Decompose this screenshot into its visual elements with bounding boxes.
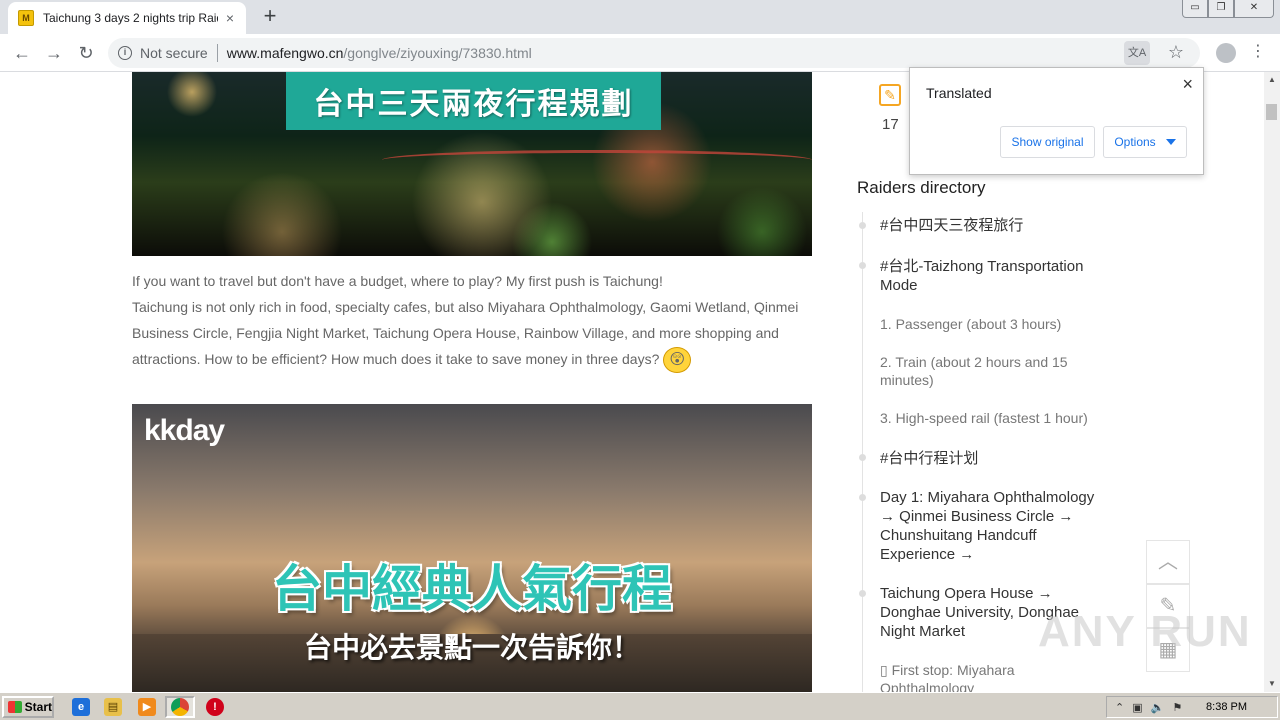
start-label: Start	[24, 700, 52, 714]
directory-dot	[859, 454, 866, 461]
security-label[interactable]: Not secure	[140, 45, 208, 61]
window-minimize-button[interactable]: ▭	[1182, 0, 1208, 18]
taskbar-clock[interactable]: 8:38 PM	[1206, 701, 1247, 713]
intro-line-2: Taichung is not only rich in food, speci…	[132, 294, 814, 374]
window-maximize-button[interactable]: ❐	[1208, 0, 1234, 18]
back-button[interactable]: ←	[10, 41, 34, 65]
shocked-emoji-icon: 😲	[663, 347, 692, 374]
directory-item[interactable]: #台中行程计划	[880, 449, 1110, 468]
back-to-top-button[interactable]: ︿	[1146, 540, 1190, 584]
chrome-icon	[171, 698, 189, 716]
windows-taskbar: Start e ▤ ▶ ! ⌃ ▣ 🔈 ⚑ 8:38 PM	[0, 692, 1280, 720]
directory-title: Raiders directory	[857, 178, 986, 197]
translate-popup: Translated × Show original Options	[909, 67, 1204, 175]
scroll-thumb[interactable]	[1266, 104, 1277, 120]
system-tray: ⌃ ▣ 🔈 ⚑ 8:38 PM	[1106, 696, 1278, 718]
hero-banner-text: 台中三天兩夜行程規劃	[313, 87, 634, 122]
hero-image-night-park: 台中三天兩夜行程規劃	[132, 72, 812, 256]
caret-down-icon	[1165, 139, 1176, 145]
new-tab-button[interactable]: +	[258, 5, 282, 29]
translate-popup-close-icon[interactable]: ×	[1182, 74, 1193, 95]
tab-strip: M Taichung 3 days 2 nights trip Raiders …	[0, 0, 1280, 34]
scroll-up-arrow-icon[interactable]: ▲	[1264, 72, 1280, 88]
edit-count: 17	[882, 116, 899, 133]
translate-popup-title: Translated	[926, 85, 992, 101]
hero2-title: 台中經典人氣行程	[272, 560, 672, 618]
profile-avatar-icon[interactable]	[1216, 43, 1236, 63]
info-icon[interactable]: i	[118, 46, 132, 60]
address-bar[interactable]: i Not secure www.mafengwo.cn/gonglve/ziy…	[108, 38, 1200, 68]
volume-icon[interactable]: 🔈	[1151, 701, 1165, 714]
action-center-flag-icon[interactable]: ⚑	[1172, 701, 1182, 714]
network-icon[interactable]: ▣	[1132, 701, 1142, 714]
directory-timeline	[862, 212, 863, 692]
start-button[interactable]: Start	[2, 696, 54, 718]
hero-banner: 台中三天兩夜行程規劃	[286, 72, 661, 130]
anyrun-watermark: ANY RUN	[1038, 607, 1252, 656]
window-close-button[interactable]: ✕	[1234, 0, 1274, 18]
directory-subitem[interactable]: 3. High-speed rail (fastest 1 hour)	[880, 409, 1110, 427]
bookmark-star-icon[interactable]: ☆	[1168, 42, 1184, 63]
options-dropdown-button[interactable]: Options	[1103, 126, 1187, 158]
page-scrollbar[interactable]: ▲ ▼	[1264, 72, 1280, 692]
intro-line-1: If you want to travel but don't have a b…	[132, 273, 663, 289]
internet-explorer-icon[interactable]: e	[72, 698, 90, 716]
directory-dot	[859, 262, 866, 269]
chrome-menu-icon[interactable]: ⋮	[1250, 42, 1266, 62]
show-original-label: Show original	[1011, 135, 1084, 149]
write-note-icon[interactable]: ✎	[879, 84, 901, 106]
translate-icon[interactable]: 文A	[1124, 41, 1150, 65]
directory-subitem[interactable]: 2. Train (about 2 hours and 15 minutes)	[880, 353, 1110, 389]
windows-logo-icon	[8, 701, 22, 713]
browser-tab[interactable]: M Taichung 3 days 2 nights trip Raiders …	[8, 2, 246, 34]
directory-dot	[859, 494, 866, 501]
directory-subitem[interactable]: 1. Passenger (about 3 hours)	[880, 315, 1110, 333]
directory-item[interactable]: #台北-Taizhong Transportation Mode	[880, 257, 1110, 295]
directory-dot	[859, 590, 866, 597]
tab-close-icon[interactable]: ×	[222, 10, 238, 26]
omnibox-separator	[216, 44, 218, 62]
mafengwo-favicon-icon: M	[18, 10, 34, 26]
kkday-logo: kkday	[144, 414, 225, 447]
opera-icon[interactable]: !	[206, 698, 224, 716]
url-path[interactable]: /gonglve/ziyouxing/73830.html	[343, 45, 531, 61]
directory-dot	[859, 222, 866, 229]
show-original-button[interactable]: Show original	[1000, 126, 1095, 158]
tray-expand-icon[interactable]: ⌃	[1115, 701, 1124, 714]
reload-button[interactable]: ↻	[74, 41, 98, 65]
intro-line-2-text: Taichung is not only rich in food, speci…	[132, 299, 799, 367]
scroll-down-arrow-icon[interactable]: ▼	[1264, 676, 1280, 692]
hero2-subtitle: 台中必去景點一次告訴你！	[303, 631, 640, 664]
hero-image-sunset: kkday 台中經典人氣行程 台中必去景點一次告訴你！	[132, 404, 812, 692]
forward-button[interactable]: →	[42, 41, 66, 65]
article-intro: If you want to travel but don't have a b…	[132, 268, 814, 374]
options-label: Options	[1114, 135, 1156, 149]
directory-item[interactable]: #台中四天三夜程旅行	[880, 216, 1110, 235]
media-player-icon[interactable]: ▶	[138, 698, 156, 716]
tab-title: Taichung 3 days 2 nights trip Raiders	[43, 11, 218, 25]
url-domain[interactable]: www.mafengwo.cn	[227, 45, 344, 61]
directory-item[interactable]: Day 1: Miyahara Ophthalmology → Qinmei B…	[880, 488, 1110, 564]
bridge-decoration	[382, 150, 812, 170]
file-explorer-icon[interactable]: ▤	[104, 698, 122, 716]
directory-subitem[interactable]: ▯ First stop: Miyahara Ophthalmology	[880, 661, 1110, 692]
